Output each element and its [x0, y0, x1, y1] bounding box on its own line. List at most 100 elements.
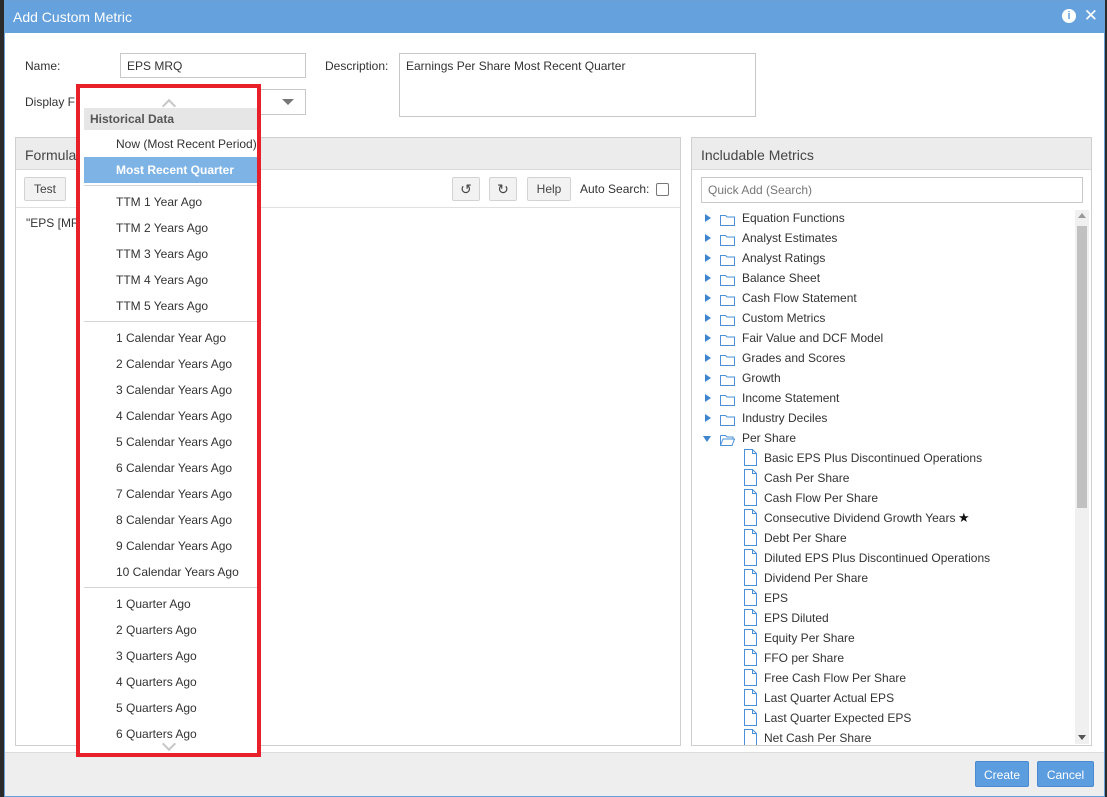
tree-folder[interactable]: Fair Value and DCF Model [692, 328, 1072, 348]
timeframe-dropdown[interactable]: Historical Data Now (Most Recent Period)… [76, 84, 261, 757]
tree-folder[interactable]: Grades and Scores [692, 348, 1072, 368]
dialog-titlebar: Add Custom Metric i ✕ [5, 1, 1104, 33]
quick-add-search-input[interactable]: Quick Add (Search) [701, 177, 1083, 203]
tree-metric[interactable]: Basic EPS Plus Discontinued Operations [692, 448, 1072, 468]
scroll-down-icon[interactable] [1078, 735, 1086, 740]
dropdown-option[interactable]: 10 Calendar Years Ago [84, 559, 257, 585]
description-input[interactable]: Earnings Per Share Most Recent Quarter [399, 53, 756, 117]
folder-icon [720, 372, 735, 386]
tree-metric[interactable]: Last Quarter Actual EPS [692, 688, 1072, 708]
tree-folder[interactable]: Analyst Ratings [692, 248, 1072, 268]
dropdown-option[interactable]: 5 Calendar Years Ago [84, 429, 257, 455]
dropdown-option[interactable]: 3 Calendar Years Ago [84, 377, 257, 403]
dropdown-option[interactable]: 3 Quarters Ago [84, 643, 257, 669]
dropdown-option[interactable]: 1 Calendar Year Ago [84, 325, 257, 351]
dropdown-option[interactable]: TTM 4 Years Ago [84, 267, 257, 293]
metric-label: Debt Per Share [764, 531, 847, 545]
dropdown-option[interactable]: 9 Calendar Years Ago [84, 533, 257, 559]
dropdown-option[interactable]: Now (Most Recent Period) [84, 131, 257, 157]
help-button[interactable]: Help [527, 177, 571, 201]
test-button[interactable]: Test [24, 177, 66, 201]
dropdown-divider [84, 321, 257, 322]
formula-editor[interactable]: "EPS [MR [26, 216, 80, 230]
document-icon [744, 629, 757, 646]
tree-metric[interactable]: FFO per Share [692, 648, 1072, 668]
dropdown-option[interactable]: 4 Quarters Ago [84, 669, 257, 695]
dropdown-option[interactable]: 7 Calendar Years Ago [84, 481, 257, 507]
collapse-arrow-icon[interactable] [703, 436, 711, 442]
tree-metric[interactable]: Cash Per Share [692, 468, 1072, 488]
tree-metric[interactable]: Diluted EPS Plus Discontinued Operations [692, 548, 1072, 568]
metrics-tree: Equation Functions Analyst Estimates Analy… [692, 208, 1072, 745]
tree-metric[interactable]: Cash Flow Per Share [692, 488, 1072, 508]
document-icon [744, 689, 757, 706]
description-label: Description: [325, 59, 389, 73]
expand-arrow-icon[interactable] [705, 234, 711, 242]
undo-button[interactable]: ↺ [452, 177, 480, 201]
dropdown-option[interactable]: 8 Calendar Years Ago [84, 507, 257, 533]
dropdown-option[interactable]: 6 Calendar Years Ago [84, 455, 257, 481]
tree-folder[interactable]: Analyst Estimates [692, 228, 1072, 248]
tree-metric[interactable]: Equity Per Share [692, 628, 1072, 648]
folder-icon [720, 292, 735, 306]
dropdown-option[interactable]: 4 Calendar Years Ago [84, 403, 257, 429]
tree-metric[interactable]: EPS [692, 588, 1072, 608]
tree-metric[interactable]: Debt Per Share [692, 528, 1072, 548]
tree-folder[interactable]: Equation Functions [692, 208, 1072, 228]
tree-metric[interactable]: EPS Diluted [692, 608, 1072, 628]
tree-metric[interactable]: Net Cash Per Share [692, 728, 1072, 745]
tree-folder[interactable]: Income Statement [692, 388, 1072, 408]
expand-arrow-icon[interactable] [705, 294, 711, 302]
tree-metric[interactable]: Consecutive Dividend Growth Years ★ [692, 508, 1072, 528]
tree-folder[interactable]: Cash Flow Statement [692, 288, 1072, 308]
dropdown-option[interactable]: TTM 3 Years Ago [84, 241, 257, 267]
folder-icon [720, 272, 735, 286]
tree-metric[interactable]: Last Quarter Expected EPS [692, 708, 1072, 728]
scroll-thumb[interactable] [1077, 226, 1087, 508]
expand-arrow-icon[interactable] [705, 274, 711, 282]
tree-metric[interactable]: Free Cash Flow Per Share [692, 668, 1072, 688]
name-input[interactable]: EPS MRQ [120, 53, 306, 78]
chevron-down-icon [282, 99, 294, 105]
name-label: Name: [25, 59, 61, 73]
document-icon [744, 509, 757, 526]
expand-arrow-icon[interactable] [705, 214, 711, 222]
tree-metric[interactable]: Dividend Per Share [692, 568, 1072, 588]
close-icon[interactable]: ✕ [1084, 6, 1098, 26]
metric-label: Consecutive Dividend Growth Years [764, 511, 956, 525]
redo-button[interactable]: ↻ [489, 177, 517, 201]
document-icon [744, 489, 757, 506]
dropdown-option[interactable]: TTM 5 Years Ago [84, 293, 257, 319]
tree-folder[interactable]: Custom Metrics [692, 308, 1072, 328]
tree-folder[interactable]: Industry Deciles [692, 408, 1072, 428]
info-icon[interactable]: i [1062, 9, 1076, 23]
create-button[interactable]: Create [975, 761, 1029, 787]
tree-folder[interactable]: Balance Sheet [692, 268, 1072, 288]
auto-search-checkbox[interactable] [656, 183, 669, 196]
dropdown-option[interactable]: TTM 1 Year Ago [84, 189, 257, 215]
expand-arrow-icon[interactable] [705, 414, 711, 422]
tree-folder[interactable]: Growth [692, 368, 1072, 388]
folder-icon [720, 412, 735, 426]
expand-arrow-icon[interactable] [705, 314, 711, 322]
dropdown-option[interactable]: 1 Quarter Ago [84, 591, 257, 617]
expand-arrow-icon[interactable] [705, 354, 711, 362]
document-icon [744, 529, 757, 546]
metrics-scrollbar[interactable] [1075, 210, 1089, 744]
dropdown-option[interactable]: 2 Quarters Ago [84, 617, 257, 643]
metric-label: Free Cash Flow Per Share [764, 671, 907, 685]
tree-folder-open[interactable]: Per Share [692, 428, 1072, 448]
dropdown-option[interactable]: TTM 2 Years Ago [84, 215, 257, 241]
expand-arrow-icon[interactable] [705, 374, 711, 382]
expand-arrow-icon[interactable] [705, 334, 711, 342]
expand-arrow-icon[interactable] [705, 394, 711, 402]
metric-label: Last Quarter Actual EPS [764, 691, 895, 705]
folder-label: Per Share [742, 431, 797, 445]
expand-arrow-icon[interactable] [705, 254, 711, 262]
cancel-button[interactable]: Cancel [1037, 761, 1094, 787]
dropdown-option[interactable]: 5 Quarters Ago [84, 695, 257, 721]
scroll-up-icon[interactable] [1078, 213, 1086, 218]
folder-icon [720, 352, 735, 366]
dropdown-option[interactable]: 2 Calendar Years Ago [84, 351, 257, 377]
dropdown-option[interactable]: Most Recent Quarter [84, 157, 257, 183]
